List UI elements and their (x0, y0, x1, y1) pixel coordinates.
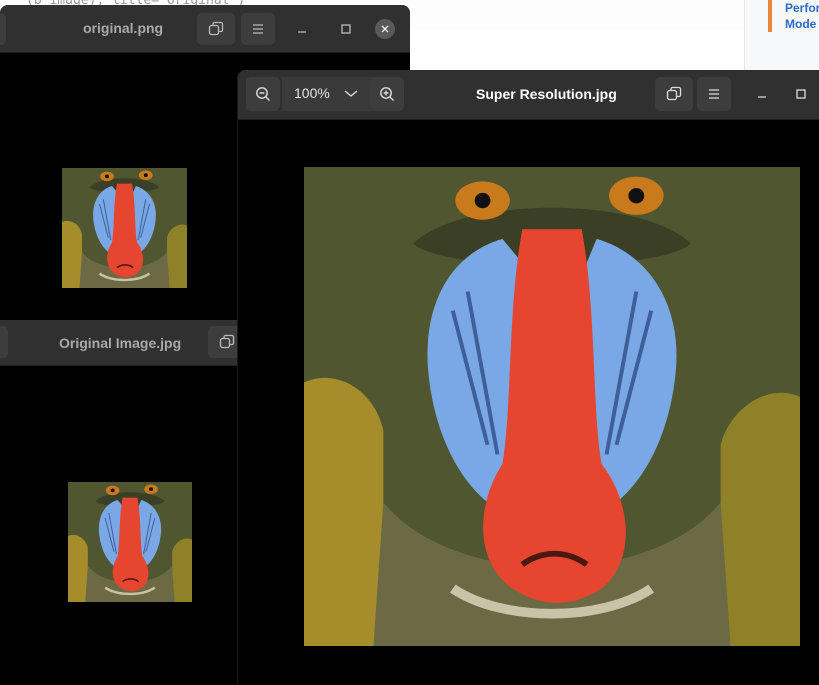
restore-icon (208, 21, 224, 36)
restore-button[interactable] (197, 13, 235, 45)
menu-icon (709, 89, 719, 99)
window-title: Super Resolution.jpg (476, 86, 617, 102)
maximize-icon (796, 89, 806, 99)
minimize-button[interactable] (750, 82, 774, 106)
mandrill-image-original-jpg (68, 482, 192, 602)
window-title: original.png (83, 20, 164, 36)
minimize-icon (758, 96, 766, 98)
zoom-in-icon (380, 87, 394, 101)
menu-icon (253, 24, 263, 34)
window-original-image: Original Image.jpg (0, 320, 240, 685)
minimize-icon (298, 31, 306, 33)
doc-accent-bar (768, 0, 772, 32)
maximize-button[interactable] (789, 82, 813, 106)
zoom-level-dropdown[interactable]: 100% (282, 77, 372, 111)
window-title: Original Image.jpg (59, 335, 182, 351)
doc-link-model[interactable]: Mode (785, 17, 816, 31)
titlebar: original.png (0, 5, 410, 53)
titlebar: Original Image.jpg (0, 320, 240, 366)
maximize-icon (341, 24, 351, 34)
titlebar: 100% Super Resolution.jpg (238, 70, 819, 120)
restore-icon (219, 334, 235, 349)
zoom-level-value: 100% (294, 85, 330, 101)
doc-link-performance[interactable]: Perfor (785, 1, 819, 15)
zoom-out-button[interactable] (246, 77, 280, 111)
mandrill-image-super-resolution (304, 167, 800, 646)
menu-button[interactable] (241, 13, 275, 45)
restore-button[interactable] (655, 77, 693, 111)
zoom-in-button[interactable] (370, 77, 404, 111)
zoom-out-icon (256, 87, 270, 101)
mandrill-image-original-png (62, 168, 187, 288)
close-button[interactable] (375, 19, 395, 39)
chevron-down-icon (344, 90, 358, 97)
window-super-resolution: 100% Super Resolution.jpg (237, 70, 819, 685)
toolbar-button-partial[interactable] (0, 326, 8, 358)
maximize-button[interactable] (334, 17, 358, 41)
menu-button[interactable] (697, 77, 731, 111)
restore-button[interactable] (208, 326, 240, 358)
restore-icon (666, 86, 682, 101)
minimize-button[interactable] (290, 17, 314, 41)
toolbar-button-partial[interactable] (0, 13, 6, 45)
close-icon (381, 25, 389, 33)
